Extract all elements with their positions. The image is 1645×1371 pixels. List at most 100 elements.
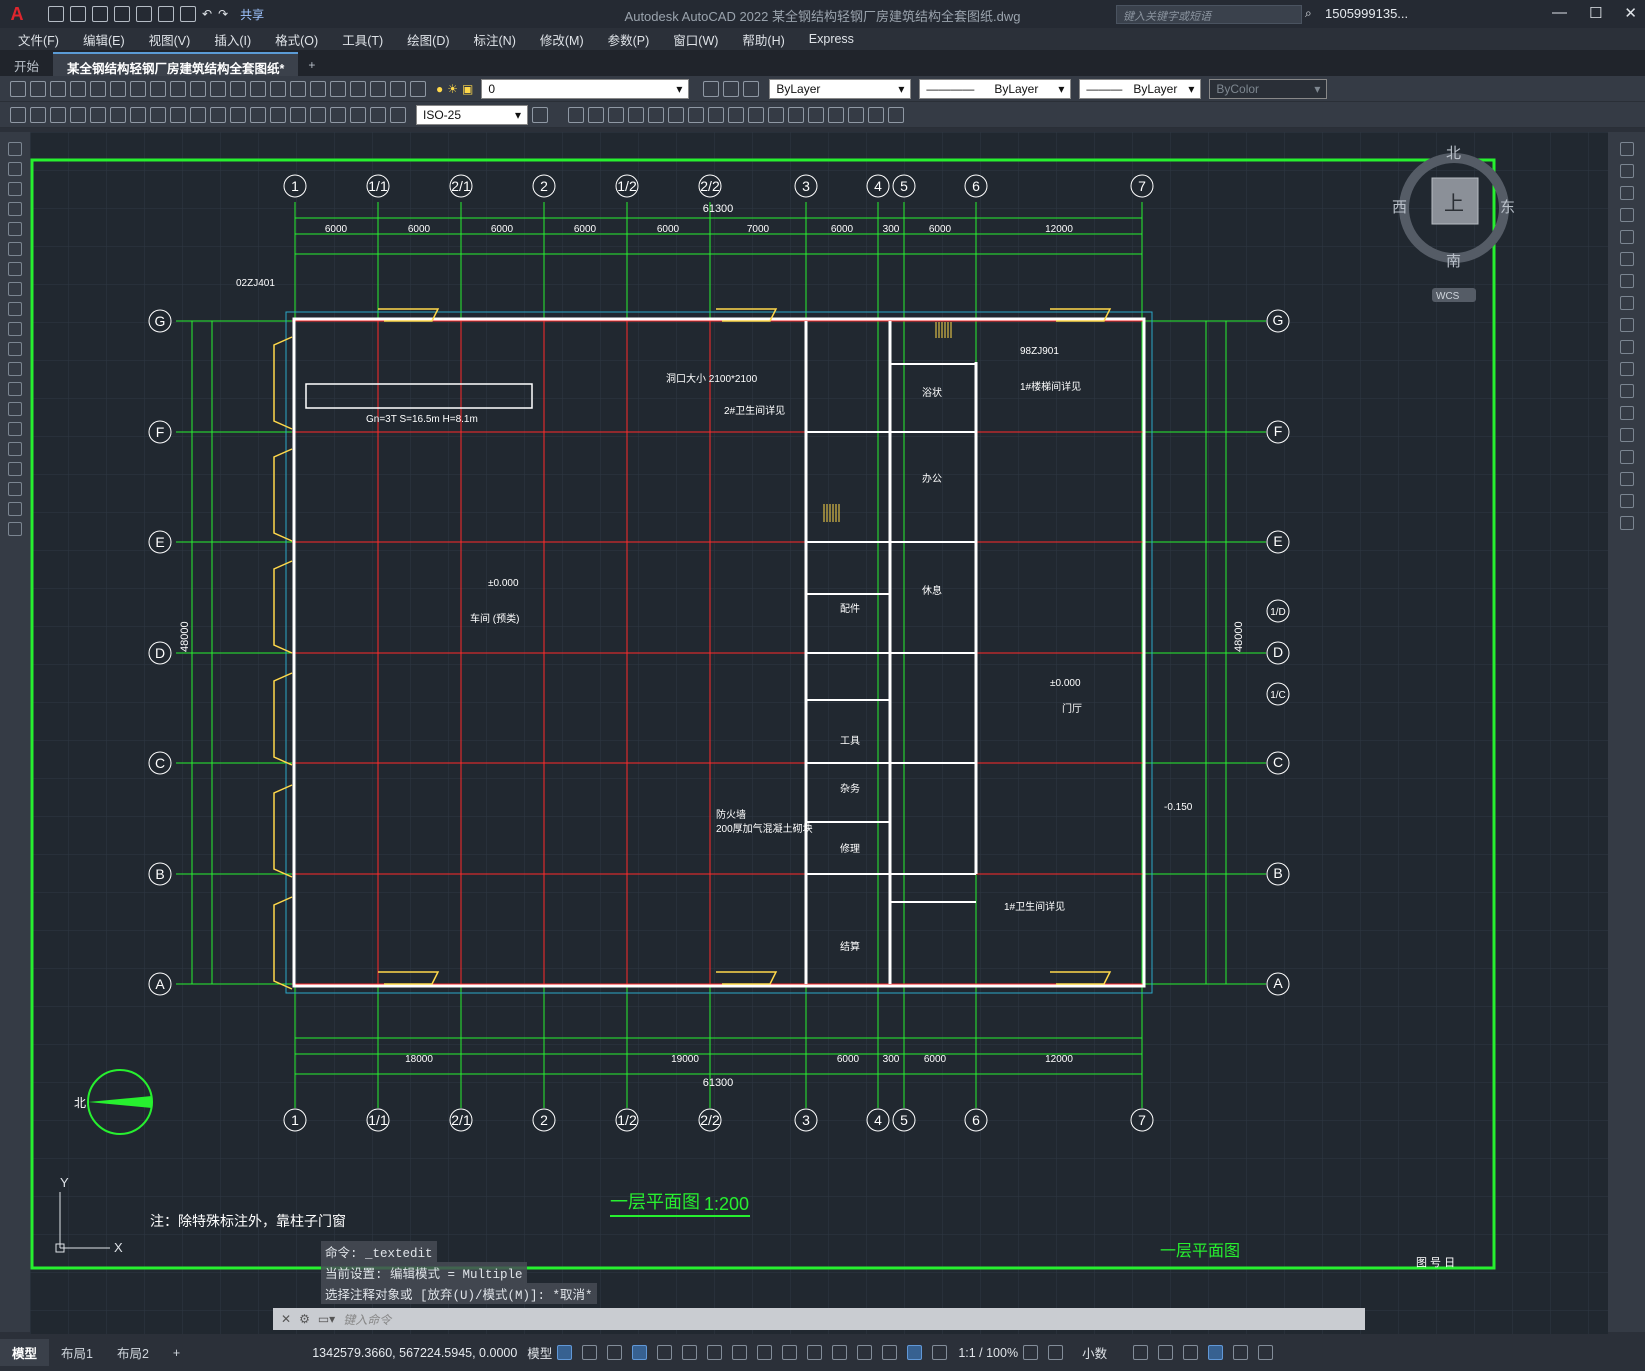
trim-icon[interactable]	[1619, 340, 1634, 354]
ortho-icon[interactable]	[657, 1345, 673, 1360]
selection-cycling-icon[interactable]	[832, 1345, 848, 1360]
lock-icon[interactable]: ▣	[462, 82, 473, 96]
gradient-icon[interactable]	[8, 442, 22, 456]
chamfer-icon[interactable]	[1619, 450, 1634, 464]
fillet-icon[interactable]	[1619, 472, 1634, 486]
construction-line-icon[interactable]	[8, 162, 22, 176]
save-as-icon[interactable]	[114, 6, 130, 22]
bulb-icon[interactable]: ●	[436, 82, 443, 96]
copy-icon[interactable]	[1619, 164, 1634, 178]
annotation-scale[interactable]: 1:1 / 100%	[958, 1346, 1018, 1360]
menu-item-2[interactable]: 视图(V)	[149, 30, 191, 49]
layer-combo[interactable]: 0 ▾	[481, 78, 690, 99]
lineweight-combo[interactable]: ——— ByLayer ▾	[1079, 78, 1202, 99]
publish-icon[interactable]	[110, 80, 126, 97]
mirror-icon[interactable]	[648, 106, 664, 123]
explode-icon[interactable]	[1619, 516, 1634, 530]
zoom-prev-icon[interactable]	[310, 80, 326, 97]
3d-osnap-icon[interactable]	[857, 1345, 873, 1360]
osnap-icon[interactable]	[757, 1345, 773, 1360]
open-icon[interactable]	[30, 80, 46, 97]
customize-icon[interactable]	[1258, 1345, 1274, 1360]
otrack-icon[interactable]	[732, 1345, 748, 1360]
save-web-icon[interactable]	[158, 6, 174, 22]
share-button[interactable]: 共享	[240, 6, 264, 23]
erase-icon[interactable]	[828, 106, 844, 123]
dim-angular-icon[interactable]	[150, 106, 166, 123]
copy-obj-icon[interactable]	[588, 106, 604, 123]
dim-continue-icon[interactable]	[210, 106, 226, 123]
plotstyle-combo[interactable]: ByColor ▾	[1209, 78, 1328, 99]
color-combo[interactable]: ByLayer ▾	[769, 78, 912, 99]
copy-icon[interactable]	[150, 80, 166, 97]
dim-baseline-icon[interactable]	[190, 106, 206, 123]
save-icon[interactable]	[50, 80, 66, 97]
extend-icon[interactable]	[708, 106, 724, 123]
preview-icon[interactable]	[90, 80, 106, 97]
menu-item-5[interactable]: 工具(T)	[342, 30, 383, 49]
new-tab-button[interactable]: +	[298, 54, 325, 76]
coordinates-readout[interactable]: 1342579.3660, 567224.5945, 0.0000	[312, 1346, 517, 1360]
stretch-icon[interactable]	[608, 106, 624, 123]
inspect-icon[interactable]	[310, 106, 326, 123]
make-current-icon[interactable]	[723, 80, 740, 97]
dim-jogged-icon[interactable]	[110, 106, 126, 123]
quick-properties-icon[interactable]	[1133, 1345, 1149, 1360]
menu-item-3[interactable]: 插入(I)	[214, 30, 251, 49]
break-icon[interactable]	[868, 106, 884, 123]
polygon-icon[interactable]	[8, 202, 22, 216]
grid-icon[interactable]	[557, 1345, 573, 1360]
offset-icon[interactable]	[728, 106, 744, 123]
workspace-gear-icon[interactable]	[1023, 1345, 1039, 1360]
save-icon[interactable]	[92, 6, 108, 22]
make-block-icon[interactable]	[8, 382, 22, 396]
chamfer-icon[interactable]	[788, 106, 804, 123]
tab-layout2[interactable]: 布局2	[105, 1339, 161, 1366]
close-icon[interactable]: ✕	[1624, 4, 1637, 22]
break-icon[interactable]	[1619, 406, 1634, 420]
plot-icon[interactable]	[180, 6, 196, 22]
hatch-icon[interactable]	[8, 422, 22, 436]
spline-icon[interactable]	[8, 302, 22, 316]
ellipse-arc-icon[interactable]	[8, 342, 22, 356]
redo-icon[interactable]: ↷	[218, 7, 228, 21]
point-icon[interactable]	[8, 402, 22, 416]
isolate-icon[interactable]	[1183, 1345, 1199, 1360]
dim-ordinate-icon[interactable]	[70, 106, 86, 123]
align-icon[interactable]	[888, 106, 904, 123]
scale-icon[interactable]	[668, 106, 684, 123]
dim-linear-icon[interactable]	[10, 106, 26, 123]
polar-icon[interactable]	[682, 1345, 698, 1360]
tool-palette-icon[interactable]	[370, 80, 386, 97]
zoom-icon[interactable]	[270, 80, 286, 97]
dim-edit-icon[interactable]	[350, 106, 366, 123]
hardware-accel-icon[interactable]	[1208, 1345, 1224, 1360]
move-icon[interactable]	[568, 106, 584, 123]
minimize-icon[interactable]: —	[1552, 4, 1567, 22]
undo-icon[interactable]	[210, 80, 226, 97]
calc-icon[interactable]	[390, 80, 406, 97]
quick-dim-icon[interactable]	[170, 106, 186, 123]
join-icon[interactable]	[848, 106, 864, 123]
dim-space-icon[interactable]	[230, 106, 246, 123]
search-input[interactable]: 键入关键字或短语	[1116, 5, 1302, 24]
open-icon[interactable]	[70, 6, 86, 22]
help-icon[interactable]	[410, 80, 426, 97]
menu-item-6[interactable]: 绘图(D)	[407, 30, 449, 49]
polyline-icon[interactable]	[8, 182, 22, 196]
annotation-visibility-icon[interactable]	[907, 1345, 923, 1360]
dim-text-edit-icon[interactable]	[370, 106, 386, 123]
dimstyle-icon[interactable]	[532, 106, 548, 123]
snap-icon[interactable]	[582, 1345, 598, 1360]
blend-icon[interactable]	[1619, 494, 1634, 508]
pan-icon[interactable]	[250, 80, 266, 97]
menu-item-0[interactable]: 文件(F)	[18, 30, 59, 49]
move-icon[interactable]	[1619, 252, 1634, 266]
mtext-icon[interactable]	[8, 502, 22, 516]
fillet-icon[interactable]	[768, 106, 784, 123]
menu-item-8[interactable]: 修改(M)	[540, 30, 584, 49]
sun-icon[interactable]: ☀	[447, 82, 458, 96]
redo-icon[interactable]	[230, 80, 246, 97]
rotate-icon[interactable]	[628, 106, 644, 123]
array-icon[interactable]	[748, 106, 764, 123]
